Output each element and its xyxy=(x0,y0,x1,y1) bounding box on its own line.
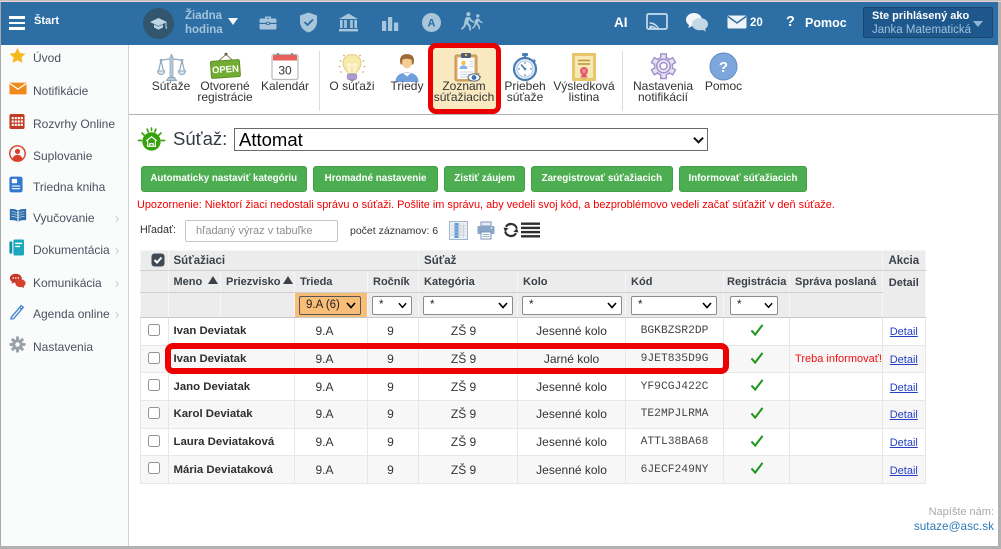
svg-text:?: ? xyxy=(719,59,728,76)
svg-text:OPEN: OPEN xyxy=(212,64,240,77)
svg-text:30: 30 xyxy=(278,64,292,78)
svg-text:A: A xyxy=(428,18,436,30)
